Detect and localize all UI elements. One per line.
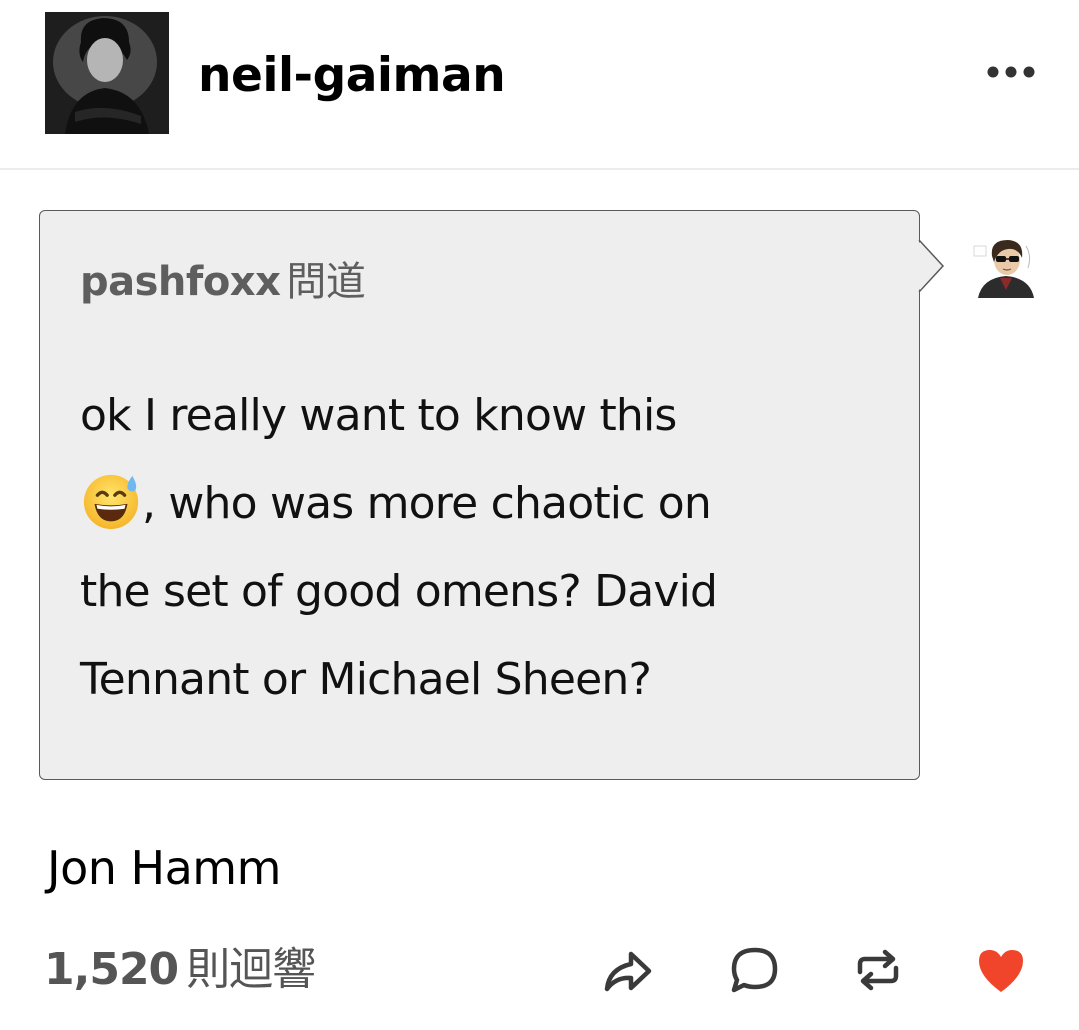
blog-avatar[interactable]: [45, 12, 169, 134]
post-header: neil-gaiman: [0, 0, 1079, 170]
asker-avatar[interactable]: [970, 232, 1042, 298]
notes-label: 則迴響: [186, 944, 316, 995]
grinning-face-with-sweat-emoji: [83, 474, 139, 530]
reply-icon[interactable]: [727, 942, 783, 998]
question-line: ok I really want to know this: [80, 390, 677, 441]
answer-text: Jon Hamm: [47, 841, 281, 895]
notes-count[interactable]: 1,520 則迴響: [44, 938, 316, 1002]
question-text: ok I really want to know this , who was …: [80, 372, 900, 724]
question-line-text: , who was more chaotic on: [142, 478, 712, 529]
blog-name[interactable]: neil-gaiman: [198, 44, 506, 108]
asker-name[interactable]: pashfoxx 問道: [80, 252, 366, 312]
reblog-icon[interactable]: [850, 942, 906, 998]
notes-number: 1,520: [44, 944, 179, 995]
ellipsis-icon[interactable]: [985, 60, 1037, 84]
asker-suffix: 問道: [286, 259, 366, 305]
question-line-with-emoji: , who was more chaotic on: [80, 460, 900, 548]
share-icon[interactable]: [600, 942, 656, 998]
question-line: Tennant or Michael Sheen?: [80, 654, 652, 705]
like-icon[interactable]: [973, 942, 1029, 998]
asker-avatar-drawing: [970, 232, 1042, 298]
ask-bubble-pointer: [915, 238, 945, 294]
blog-avatar-photo: [45, 12, 169, 134]
asker-username[interactable]: pashfoxx: [80, 259, 281, 305]
question-line: the set of good omens? David: [80, 566, 718, 617]
